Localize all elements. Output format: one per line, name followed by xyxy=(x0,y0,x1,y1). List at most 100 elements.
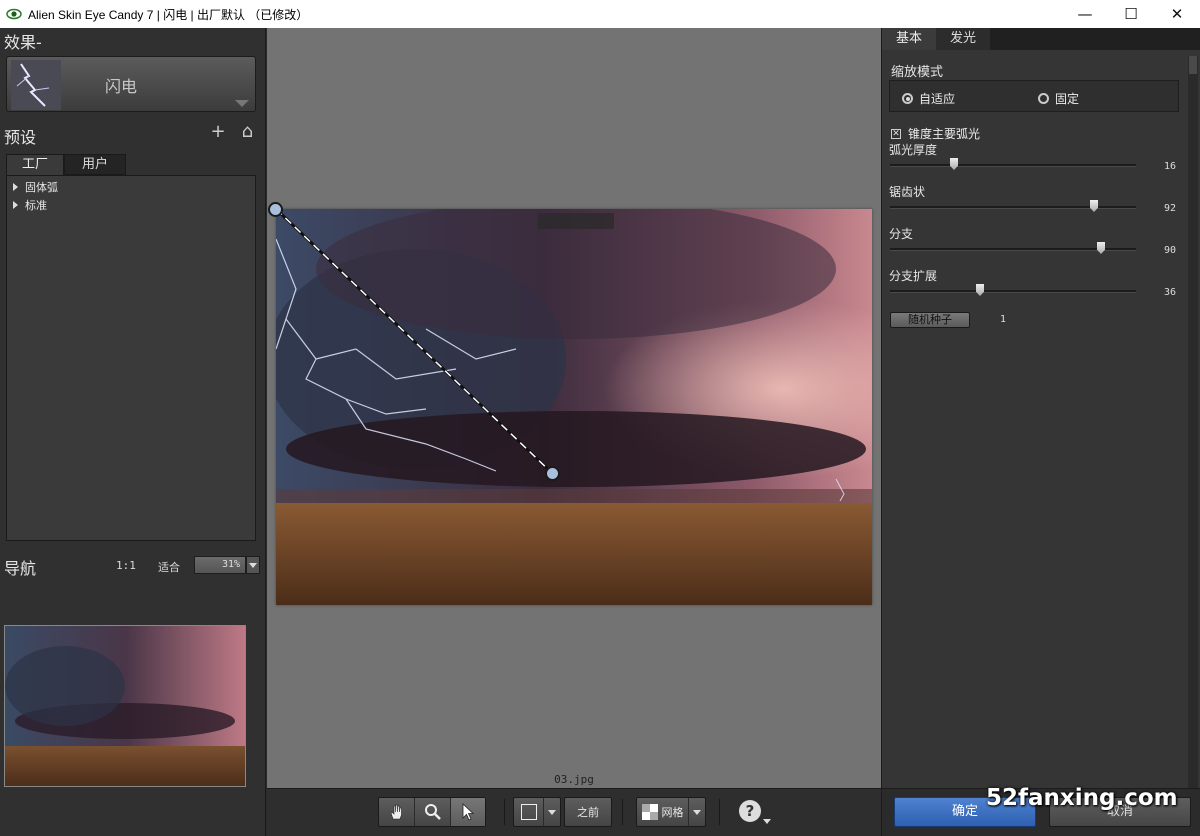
watermark-text: 52fanxing.com xyxy=(986,785,1178,811)
navigation-controls: 1:1 适合 31% xyxy=(0,554,266,578)
background-group: 网格 xyxy=(636,797,706,827)
expand-triangle-icon[interactable] xyxy=(13,201,18,209)
effect-name: 闪电 xyxy=(105,77,138,96)
lightning-thumbnail-icon xyxy=(11,60,61,110)
slider-handle[interactable] xyxy=(1090,200,1098,212)
effects-header[interactable]: 效果- xyxy=(4,29,42,53)
home-icon[interactable]: ⌂ xyxy=(242,123,253,141)
select-tool-button[interactable] xyxy=(451,798,485,826)
slider-label: 分支 xyxy=(889,227,914,241)
file-name: 03.jpg xyxy=(554,773,594,786)
slider-handle[interactable] xyxy=(1097,242,1105,254)
fit-button[interactable]: 适合 xyxy=(158,559,180,575)
left-panel: 效果- 闪电 预设 + ⌂ 工厂 用户 固体弧 标准 导航 1:1 适合 31% xyxy=(0,28,266,836)
close-button[interactable]: ✕ xyxy=(1154,0,1200,28)
slider-track[interactable] xyxy=(890,206,1136,209)
expand-triangle-icon[interactable] xyxy=(13,183,18,191)
effect-selector[interactable]: 闪电 xyxy=(6,56,256,112)
tree-item-label: 固体弧 xyxy=(25,181,58,194)
scrollbar-thumb[interactable] xyxy=(1189,56,1197,74)
help-button[interactable]: ? xyxy=(739,800,761,822)
chevron-down-icon xyxy=(548,809,556,815)
settings-tabs: 基本 发光 xyxy=(882,28,1200,50)
checkerboard-icon xyxy=(641,804,658,820)
help-dropdown-icon[interactable] xyxy=(763,819,771,824)
checkbox-checked-icon: ✕ xyxy=(891,128,901,139)
eye-app-icon xyxy=(6,8,22,20)
add-preset-icon[interactable]: + xyxy=(210,123,225,141)
help-icon: ? xyxy=(745,802,755,820)
zoom-1to1-button[interactable]: 1:1 xyxy=(116,559,136,572)
window-title: Alien Skin Eye Candy 7 | 闪电 | 出厂默认 （已修改） xyxy=(28,7,309,22)
slider[interactable] xyxy=(890,200,1136,214)
minimize-button[interactable]: — xyxy=(1062,0,1108,28)
random-seed-button[interactable]: 随机种子 xyxy=(890,312,970,328)
seed-value[interactable]: 1 xyxy=(1000,314,1006,325)
path-end-handle[interactable] xyxy=(545,466,560,481)
zoom-tool-button[interactable] xyxy=(415,798,451,826)
view-dropdown-button[interactable] xyxy=(544,798,560,826)
slider-handle[interactable] xyxy=(976,284,984,296)
preset-tree: 固体弧 标准 xyxy=(6,175,256,541)
before-button[interactable]: 之前 xyxy=(565,798,611,826)
arrow-cursor-icon xyxy=(462,803,475,821)
before-group: 之前 xyxy=(564,797,612,827)
toolbar-divider xyxy=(504,799,505,825)
checkbox-label: 锥度主要弧光 xyxy=(908,127,981,141)
presets-header: 预设 xyxy=(4,128,37,147)
settings-scrollbar[interactable] xyxy=(1188,56,1198,796)
navigator-image xyxy=(5,626,245,786)
lightning-path-guide[interactable] xyxy=(276,209,872,605)
toolbar-divider xyxy=(622,799,623,825)
view-mode-group xyxy=(513,797,561,827)
tool-group xyxy=(378,797,486,827)
slider-handle[interactable] xyxy=(950,158,958,170)
hand-icon xyxy=(390,804,402,820)
slider[interactable] xyxy=(890,242,1136,256)
radio-unselected-icon xyxy=(1038,93,1049,104)
radio-adaptive[interactable]: 自适应 xyxy=(902,90,955,107)
radio-label: 自适应 xyxy=(919,92,956,106)
tree-item-solid-arc[interactable]: 固体弧 xyxy=(7,178,255,196)
magnifier-icon xyxy=(424,804,441,820)
background-dropdown-button[interactable] xyxy=(689,798,705,826)
preset-tabs: 工厂 用户 xyxy=(6,154,126,175)
zoom-field[interactable]: 31% xyxy=(194,556,246,574)
slider-value: 36 xyxy=(1163,287,1176,298)
path-start-handle[interactable] xyxy=(268,202,283,217)
single-view-button[interactable] xyxy=(514,798,544,826)
tab-glow[interactable]: 发光 xyxy=(936,28,991,50)
hand-tool-button[interactable] xyxy=(379,798,415,826)
radio-fixed[interactable]: 固定 xyxy=(1038,90,1079,107)
slider[interactable] xyxy=(890,284,1136,298)
navigator-thumbnail[interactable] xyxy=(4,625,246,787)
preview-canvas[interactable]: 03.jpg 之前 网格 ? xyxy=(267,28,881,836)
radio-label: 固定 xyxy=(1055,92,1080,106)
tab-basic[interactable]: 基本 xyxy=(882,28,937,50)
zoom-dropdown-icon[interactable] xyxy=(246,556,260,574)
preset-actions: + ⌂ xyxy=(210,123,253,141)
tree-item-standard[interactable]: 标准 xyxy=(7,196,255,214)
preview-image[interactable] xyxy=(276,209,872,605)
slider-track[interactable] xyxy=(890,164,1136,167)
toolbar-divider xyxy=(719,799,720,825)
tree-item-label: 标准 xyxy=(25,199,47,212)
grid-label: 网格 xyxy=(661,806,684,819)
taper-checkbox[interactable]: ✕ 锥度主要弧光 xyxy=(891,125,980,142)
scale-mode-label: 缩放模式 xyxy=(891,65,944,80)
chevron-down-icon xyxy=(693,809,701,815)
slider[interactable] xyxy=(890,158,1136,172)
grid-background-button[interactable]: 网格 xyxy=(637,798,689,826)
square-view-icon xyxy=(520,804,537,820)
dropdown-arrow-icon xyxy=(235,100,249,107)
slider-value: 90 xyxy=(1163,245,1176,256)
tab-factory[interactable]: 工厂 xyxy=(6,154,64,175)
maximize-button[interactable]: ☐ xyxy=(1108,0,1154,28)
tab-user[interactable]: 用户 xyxy=(64,154,126,175)
slider-value: 16 xyxy=(1163,161,1176,172)
slider-label: 锯齿状 xyxy=(889,185,926,199)
window-controls: — ☐ ✕ xyxy=(1062,0,1200,28)
slider-label: 分支扩展 xyxy=(889,269,938,283)
slider-track[interactable] xyxy=(890,290,1136,293)
title-bar: Alien Skin Eye Candy 7 | 闪电 | 出厂默认 （已修改）… xyxy=(0,0,1200,28)
